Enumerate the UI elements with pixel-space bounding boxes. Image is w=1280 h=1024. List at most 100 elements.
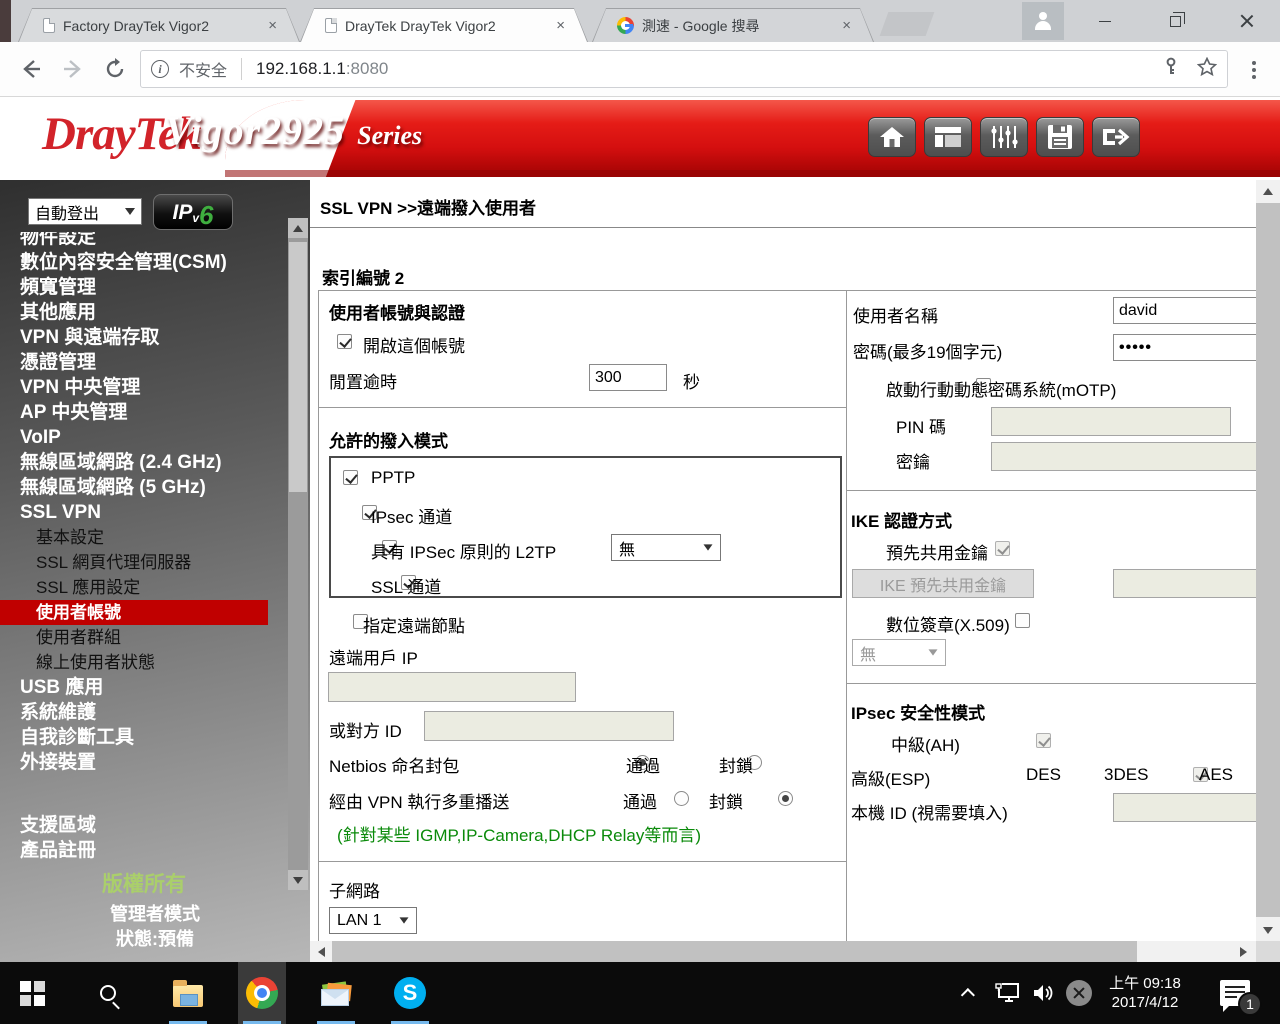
tray-show-hidden-icons[interactable] — [952, 962, 988, 1024]
reload-button[interactable] — [98, 52, 132, 86]
taskbar-file-explorer[interactable] — [164, 962, 212, 1024]
sidebar-item-wlan5[interactable]: 無線區域網路 (5 GHz) — [0, 475, 288, 500]
tab-google-search[interactable]: 測速 - Google 搜尋 × — [592, 8, 874, 42]
sidebar-item-csm[interactable]: 數位內容安全管理(CSM) — [0, 250, 288, 275]
x509-select[interactable]: 無 — [852, 639, 946, 666]
ipv6-button[interactable]: IPv6 — [153, 194, 233, 230]
multicast-block-radio[interactable] — [778, 791, 793, 806]
sidebar-item-object-settings[interactable]: 物件設定 — [0, 232, 288, 250]
window-restore-button[interactable] — [1153, 0, 1197, 42]
sidebar-item-other-apps[interactable]: 其他應用 — [0, 300, 288, 325]
scroll-right-button[interactable] — [1232, 941, 1254, 962]
browser-menu-button[interactable] — [1240, 56, 1268, 84]
action-center-button[interactable]: 1 — [1210, 962, 1260, 1024]
ike-psk-input[interactable] — [1113, 569, 1256, 598]
advanced-settings-button[interactable] — [980, 117, 1028, 157]
ah-checkbox[interactable] — [1036, 733, 1051, 748]
start-button[interactable] — [8, 962, 56, 1024]
auto-logout-select[interactable]: 自動登出 — [28, 198, 142, 225]
password-input[interactable] — [1113, 334, 1256, 361]
tray-disconnect-icon[interactable] — [1062, 962, 1096, 1024]
pin-input[interactable] — [991, 407, 1231, 436]
taskbar-mail[interactable] — [312, 962, 360, 1024]
sidebar-item-user-group[interactable]: 使用者群組 — [0, 625, 288, 650]
window-close-button[interactable] — [1225, 0, 1269, 42]
sidebar-item-ssl-vpn[interactable]: SSL VPN — [0, 500, 288, 525]
page-vertical-scrollbar[interactable] — [1256, 180, 1280, 942]
window-minimize-button[interactable] — [1083, 0, 1127, 42]
multicast-pass-radio[interactable] — [674, 791, 689, 806]
scrollbar-thumb[interactable] — [1256, 203, 1280, 917]
local-id-input[interactable] — [1113, 793, 1256, 822]
username-input[interactable] — [1113, 297, 1256, 324]
secret-key-input[interactable] — [991, 442, 1256, 471]
sidebar-item-online-status[interactable]: 線上使用者狀態 — [0, 650, 288, 675]
enable-account-checkbox[interactable] — [337, 334, 352, 349]
sidebar-item-voip[interactable]: VoIP — [0, 425, 288, 450]
sidebar-item-diagnostics[interactable]: 自我診斷工具 — [0, 725, 288, 750]
info-icon[interactable]: i — [151, 60, 169, 78]
taskbar-search-button[interactable] — [84, 962, 132, 1024]
sidebar-item-wlan24[interactable]: 無線區域網路 (2.4 GHz) — [0, 450, 288, 475]
sidebar-item-external-devices[interactable]: 外接裝置 — [0, 750, 288, 775]
back-button[interactable] — [14, 52, 48, 86]
scroll-up-button[interactable] — [288, 218, 308, 238]
save-button[interactable] — [1036, 117, 1084, 157]
tray-volume-icon[interactable] — [1026, 962, 1062, 1024]
save-icon — [1047, 124, 1073, 150]
scroll-down-button[interactable] — [1256, 919, 1280, 941]
tab-close-icon[interactable]: × — [556, 17, 565, 34]
idle-timeout-input[interactable] — [589, 364, 667, 391]
x509-checkbox[interactable] — [1015, 613, 1030, 628]
profile-avatar-button[interactable] — [1022, 2, 1064, 40]
address-bar[interactable]: i 不安全 192.168.1.1 :8080 — [140, 50, 1228, 88]
sidebar-item-certificates[interactable]: 憑證管理 — [0, 350, 288, 375]
restore-icon — [1170, 16, 1181, 27]
tray-network-icon[interactable] — [988, 962, 1026, 1024]
settings-table: 使用者帳號與認證 開啟這個帳號 閒置逾時 秒 允許的撥入模式 PPTP IPse… — [318, 290, 1256, 941]
scroll-up-button[interactable] — [1256, 180, 1280, 202]
taskbar-chrome-active[interactable] — [238, 962, 286, 1024]
sidebar-item-bandwidth[interactable]: 頻寬管理 — [0, 275, 288, 300]
sidebar-item-usb[interactable]: USB 應用 — [0, 675, 288, 700]
tab-close-icon[interactable]: × — [842, 17, 851, 34]
pptp-checkbox[interactable] — [343, 470, 358, 485]
scrollbar-thumb[interactable] — [289, 242, 307, 492]
sidebar-item-basic-settings[interactable]: 基本設定 — [0, 525, 288, 550]
sidebar-item-vpn-remote[interactable]: VPN 與遠端存取 — [0, 325, 288, 350]
sidebar-item-system-maintenance[interactable]: 系統維護 — [0, 700, 288, 725]
peer-id-input[interactable] — [424, 711, 674, 741]
remote-ip-input[interactable] — [328, 672, 576, 702]
new-tab-button[interactable] — [880, 12, 935, 36]
sidebar-item-ssl-proxy[interactable]: SSL 網頁代理伺服器 — [0, 550, 288, 575]
wizards-button[interactable] — [924, 117, 972, 157]
taskbar-clock[interactable]: 上午 09:18 2017/4/12 — [1095, 962, 1195, 1024]
bookmark-star-icon[interactable] — [1197, 57, 1217, 82]
sidebar-scrollbar[interactable] — [288, 218, 308, 890]
multicast-pass-label: 通過 — [623, 788, 657, 813]
sidebar-item-product-registration[interactable]: 產品註冊 — [0, 838, 288, 863]
home-button[interactable] — [868, 117, 916, 157]
multicast-note: (針對某些 IGMP,IP-Camera,DHCP Relay等而言) — [337, 821, 701, 846]
tab-close-icon[interactable]: × — [268, 17, 277, 34]
sliders-icon — [990, 124, 1018, 150]
sidebar-item-ap-central[interactable]: AP 中央管理 — [0, 400, 288, 425]
sidebar-item-user-account-selected[interactable]: 使用者帳號 — [0, 600, 268, 625]
tab-draytek-active[interactable]: DrayTek DrayTek Vigor2 × — [300, 8, 588, 42]
page-horizontal-scrollbar[interactable] — [310, 941, 1256, 962]
subnet-select[interactable]: LAN 1 — [329, 907, 417, 934]
scroll-down-button[interactable] — [288, 870, 308, 890]
sidebar-item-vpn-central[interactable]: VPN 中央管理 — [0, 375, 288, 400]
sidebar-item-ssl-app[interactable]: SSL 應用設定 — [0, 575, 288, 600]
forward-button[interactable] — [56, 52, 90, 86]
scrollbar-thumb[interactable] — [332, 941, 1137, 962]
password-key-icon[interactable] — [1161, 57, 1181, 82]
logout-button[interactable] — [1092, 117, 1140, 157]
taskbar-skype[interactable]: S — [386, 962, 434, 1024]
psk-checkbox[interactable] — [995, 541, 1010, 556]
scroll-left-button[interactable] — [310, 941, 332, 962]
sidebar-item-support-area[interactable]: 支援區域 — [0, 813, 288, 838]
tab-factory-draytek[interactable]: Factory DrayTek Vigor2 × — [18, 8, 300, 42]
ike-psk-button[interactable]: IKE 預先共用金鑰 — [852, 569, 1034, 598]
l2tp-policy-select[interactable]: 無 — [611, 534, 721, 561]
